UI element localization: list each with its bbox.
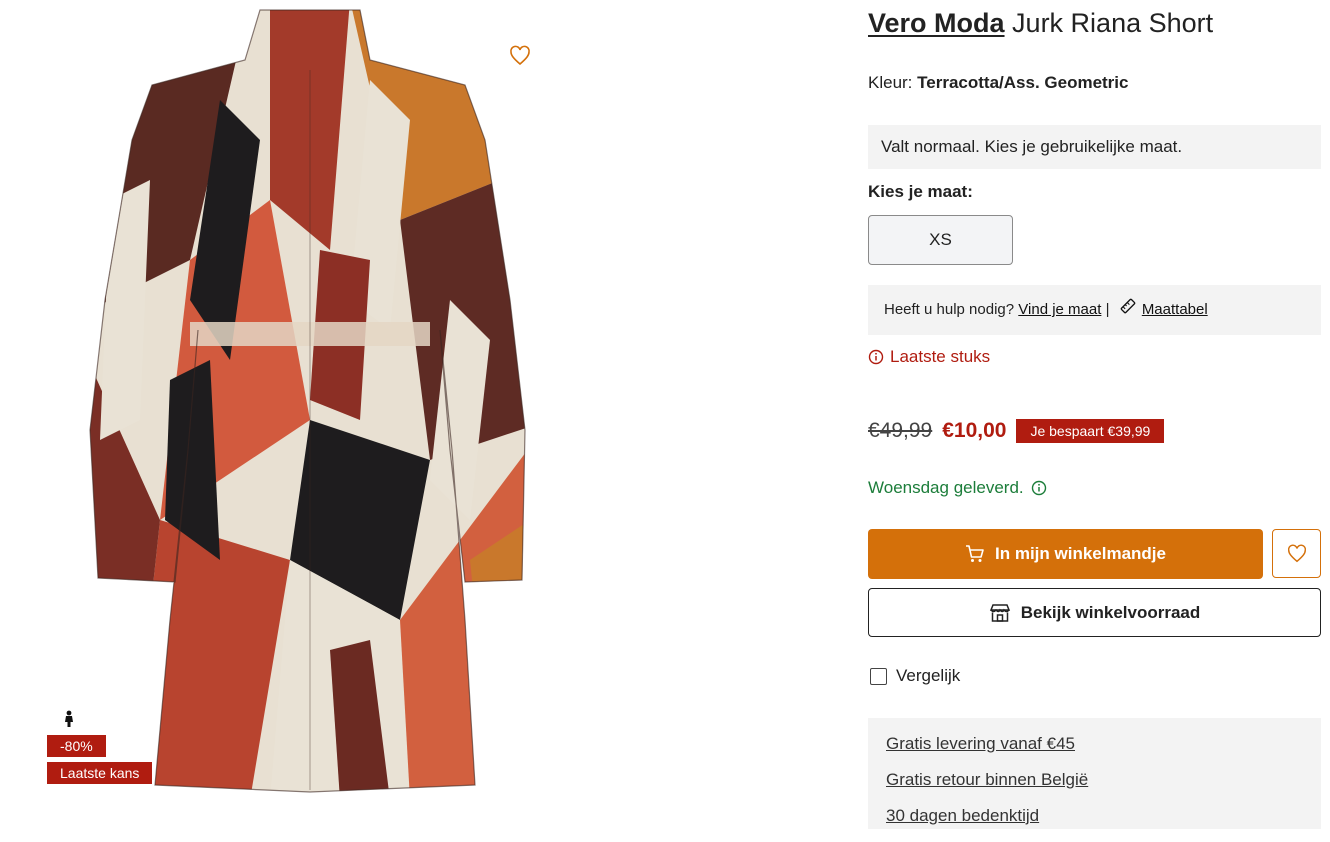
info-circle-icon bbox=[868, 349, 884, 365]
size-label: Kies je maat: bbox=[868, 182, 973, 201]
discount-badge: -80% bbox=[47, 735, 106, 757]
price-block: €49,99 €10,00 Je bespaart €39,99 bbox=[868, 419, 1165, 443]
model-figure-icon bbox=[62, 710, 76, 728]
usp-free-return-link[interactable]: Gratis retour binnen België bbox=[886, 770, 1321, 806]
wishlist-heart-icon[interactable] bbox=[508, 44, 532, 68]
compare-checkbox[interactable]: Vergelijk bbox=[870, 666, 960, 686]
color-info: Kleur: Terracotta/Ass. Geometric bbox=[868, 73, 1128, 93]
store-stock-button[interactable]: Bekijk winkelvoorraad bbox=[868, 588, 1321, 637]
compare-label: Vergelijk bbox=[896, 666, 961, 685]
saving-badge: Je bespaart €39,99 bbox=[1016, 419, 1165, 443]
help-separator: | bbox=[1105, 301, 1110, 318]
stock-text: Laatste stuks bbox=[890, 347, 991, 366]
store-stock-label: Bekijk winkelvoorraad bbox=[1020, 602, 1201, 622]
fit-note: Valt normaal. Kies je gebruikelijke maat… bbox=[868, 125, 1321, 169]
checkbox-icon[interactable] bbox=[870, 667, 887, 685]
color-value: Terracotta/Ass. Geometric bbox=[917, 73, 1129, 92]
delivery-text: Woensdag geleverd. bbox=[868, 478, 1024, 497]
add-to-cart-label: In mijn winkelmandje bbox=[995, 544, 1166, 563]
usp-cooling-off-link[interactable]: 30 dagen bedenktijd bbox=[886, 806, 1321, 842]
product-image[interactable] bbox=[70, 0, 550, 800]
ruler-icon bbox=[1120, 285, 1136, 335]
size-help-bar: Heeft u hulp nodig? Vind je maat | Maatt… bbox=[868, 285, 1321, 335]
find-size-link[interactable]: Vind je maat bbox=[1018, 301, 1101, 318]
wishlist-button[interactable] bbox=[1272, 529, 1321, 578]
product-gallery: -80% Laatste kans bbox=[0, 0, 820, 829]
color-label: Kleur: bbox=[868, 73, 913, 92]
brand-link[interactable]: Vero Moda bbox=[868, 8, 1005, 38]
help-text: Heeft u hulp nodig? bbox=[884, 301, 1015, 318]
heart-icon bbox=[1287, 544, 1306, 562]
stock-status: Laatste stuks bbox=[868, 347, 990, 367]
last-chance-badge: Laatste kans bbox=[47, 762, 153, 784]
product-name: Jurk Riana Short bbox=[1012, 8, 1214, 38]
usp-free-delivery-link[interactable]: Gratis levering vanaf €45 bbox=[886, 734, 1321, 770]
usp-list: Gratis levering vanaf €45 Gratis retour … bbox=[868, 718, 1321, 829]
product-title: Vero Moda Jurk Riana Short bbox=[868, 8, 1213, 39]
cart-icon bbox=[966, 545, 984, 562]
size-option-xs[interactable]: XS bbox=[868, 215, 1013, 265]
info-circle-icon[interactable] bbox=[1031, 480, 1047, 496]
old-price: €49,99 bbox=[868, 419, 933, 442]
delivery-info: Woensdag geleverd. bbox=[868, 478, 1047, 498]
store-icon bbox=[989, 603, 1010, 622]
sale-price: €10,00 bbox=[942, 419, 1007, 442]
size-chart-link[interactable]: Maattabel bbox=[1142, 301, 1208, 318]
add-to-cart-button[interactable]: In mijn winkelmandje bbox=[868, 529, 1263, 579]
